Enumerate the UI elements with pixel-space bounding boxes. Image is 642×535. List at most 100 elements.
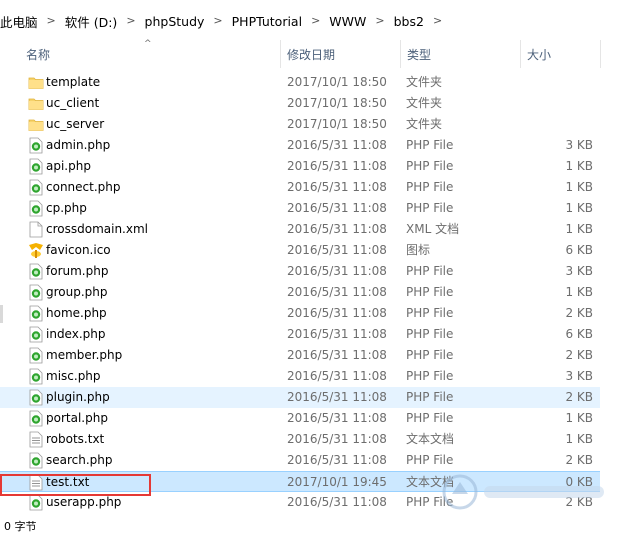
php-file-icon	[28, 137, 44, 154]
xml-file-icon	[28, 221, 44, 238]
status-bar: 0 字节	[0, 516, 642, 533]
file-name: admin.php	[46, 138, 111, 152]
chevron-right-icon[interactable]: >	[117, 14, 144, 27]
php-file-icon	[28, 347, 44, 364]
file-name: template	[46, 75, 101, 89]
column-divider[interactable]	[400, 40, 401, 68]
file-size: 2 KB	[565, 348, 593, 362]
file-row-connect-php[interactable]: connect.php 2016/5/31 11:08 PHP File 1 K…	[0, 177, 600, 198]
file-modified: 2016/5/31 11:08	[287, 327, 387, 341]
file-name: home.php	[46, 306, 107, 320]
file-type: PHP File	[406, 390, 454, 404]
column-header-type[interactable]: 类型	[407, 40, 431, 72]
file-type: 文件夹	[406, 117, 443, 131]
file-modified: 2017/10/1 19:45	[287, 475, 387, 489]
breadcrumb-item-drive-d[interactable]: 软件 (D:)	[65, 12, 118, 31]
file-size: 3 KB	[565, 138, 593, 152]
file-type: PHP File	[406, 180, 454, 194]
file-row-plugin-php[interactable]: plugin.php 2016/5/31 11:08 PHP File 2 KB	[0, 387, 600, 408]
php-file-icon	[28, 494, 44, 511]
file-size: 1 KB	[565, 222, 593, 236]
file-name: search.php	[46, 453, 113, 467]
file-row-group-php[interactable]: group.php 2016/5/31 11:08 PHP File 1 KB	[0, 282, 600, 303]
file-modified: 2016/5/31 11:08	[287, 264, 387, 278]
column-divider[interactable]	[280, 40, 281, 68]
file-name: group.php	[46, 285, 108, 299]
file-modified: 2016/5/31 11:08	[287, 138, 387, 152]
file-row-uc-client[interactable]: uc_client 2017/10/1 18:50 文件夹	[0, 93, 600, 114]
file-name: forum.php	[46, 264, 109, 278]
chevron-right-icon[interactable]: >	[38, 14, 65, 27]
php-file-icon	[28, 410, 44, 427]
folder-icon	[28, 74, 44, 91]
php-file-icon	[28, 368, 44, 385]
file-row-index-php[interactable]: index.php 2016/5/31 11:08 PHP File 6 KB	[0, 324, 600, 345]
file-row-forum-php[interactable]: forum.php 2016/5/31 11:08 PHP File 3 KB	[0, 261, 600, 282]
file-size: 6 KB	[565, 327, 593, 341]
file-type: 文件夹	[406, 75, 443, 89]
column-divider[interactable]	[600, 40, 601, 68]
file-row-template[interactable]: template 2017/10/1 18:50 文件夹	[0, 72, 600, 93]
file-size: 3 KB	[565, 369, 593, 383]
file-modified: 2016/5/31 11:08	[287, 495, 387, 509]
file-name: favicon.ico	[46, 243, 111, 257]
file-row-misc-php[interactable]: misc.php 2016/5/31 11:08 PHP File 3 KB	[0, 366, 600, 387]
file-name: uc_server	[46, 117, 105, 131]
text-file-icon	[28, 474, 44, 491]
file-size: 6 KB	[565, 243, 593, 257]
breadcrumb-item-this-pc[interactable]: 此电脑	[0, 12, 38, 31]
chevron-right-icon[interactable]: >	[302, 14, 329, 27]
column-header-name[interactable]: 名称	[26, 40, 50, 72]
file-size	[520, 72, 593, 93]
file-name: api.php	[46, 159, 91, 173]
breadcrumb-item-www[interactable]: WWW	[329, 14, 366, 29]
file-row-crossdomain-xml[interactable]: crossdomain.xml 2016/5/31 11:08 XML 文档 1…	[0, 219, 600, 240]
chevron-right-icon[interactable]: >	[424, 14, 451, 27]
file-modified: 2017/10/1 18:50	[287, 117, 387, 131]
file-row-favicon-ico[interactable]: favicon.ico 2016/5/31 11:08 图标 6 KB	[0, 240, 600, 261]
address-bar[interactable]: 此电脑 > 软件 (D:) > phpStudy > PHPTutorial >…	[0, 0, 642, 41]
file-row-robots-txt[interactable]: robots.txt 2016/5/31 11:08 文本文档 1 KB	[0, 429, 600, 450]
breadcrumb-item-phpstudy[interactable]: phpStudy	[145, 14, 205, 29]
php-file-icon	[28, 305, 44, 322]
file-type: 文本文档	[406, 432, 455, 446]
file-name: misc.php	[46, 369, 101, 383]
file-type: PHP File	[406, 369, 454, 383]
file-name: robots.txt	[46, 432, 105, 446]
file-type: PHP File	[406, 411, 454, 425]
file-modified: 2016/5/31 11:08	[287, 390, 387, 404]
file-modified: 2016/5/31 11:08	[287, 369, 387, 383]
sort-ascending-icon: ^	[144, 39, 152, 49]
file-row-cp-php[interactable]: cp.php 2016/5/31 11:08 PHP File 1 KB	[0, 198, 600, 219]
file-modified: 2016/5/31 11:08	[287, 432, 387, 446]
file-row-home-php[interactable]: home.php 2016/5/31 11:08 PHP File 2 KB	[0, 303, 600, 324]
column-divider[interactable]	[520, 40, 521, 68]
file-modified: 2016/5/31 11:08	[287, 159, 387, 173]
file-size	[520, 114, 593, 135]
file-row-portal-php[interactable]: portal.php 2016/5/31 11:08 PHP File 1 KB	[0, 408, 600, 429]
file-name: crossdomain.xml	[46, 222, 148, 236]
file-row-uc-server[interactable]: uc_server 2017/10/1 18:50 文件夹	[0, 114, 600, 135]
file-type: PHP File	[406, 327, 454, 341]
file-name: index.php	[46, 327, 106, 341]
scroll-indicator	[0, 305, 3, 323]
file-row-member-php[interactable]: member.php 2016/5/31 11:08 PHP File 2 KB	[0, 345, 600, 366]
column-header-size[interactable]: 大小	[527, 40, 551, 72]
file-type: 文件夹	[406, 96, 443, 110]
file-row-api-php[interactable]: api.php 2016/5/31 11:08 PHP File 1 KB	[0, 156, 600, 177]
chevron-right-icon[interactable]: >	[204, 14, 231, 27]
breadcrumb-item-bbs2[interactable]: bbs2	[394, 14, 424, 29]
file-size: 1 KB	[565, 180, 593, 194]
file-name: test.txt	[46, 475, 90, 489]
php-file-icon	[28, 389, 44, 406]
file-size	[520, 93, 593, 114]
file-size: 1 KB	[565, 285, 593, 299]
file-row-admin-php[interactable]: admin.php 2016/5/31 11:08 PHP File 3 KB	[0, 135, 600, 156]
favicon-icon	[28, 242, 44, 259]
file-modified: 2016/5/31 11:08	[287, 222, 387, 236]
column-header-modified[interactable]: 修改日期	[287, 40, 335, 72]
file-size: 3 KB	[565, 264, 593, 278]
chevron-right-icon[interactable]: >	[366, 14, 393, 27]
breadcrumb-item-phptutorial[interactable]: PHPTutorial	[232, 14, 302, 29]
php-file-icon	[28, 263, 44, 280]
